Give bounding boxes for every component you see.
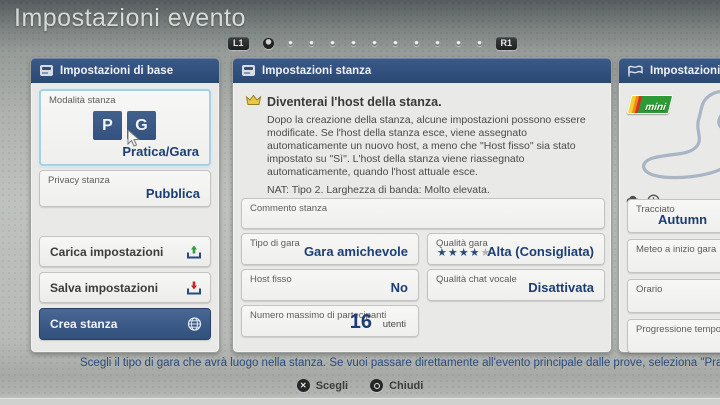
weather-field[interactable]: Meteo a inizio gara <box>627 239 720 273</box>
host-notice-body: Dopo la creazione della stanza, alcune i… <box>267 114 586 178</box>
nat-info: NAT: Tipo 2. Larghezza di banda: Molto e… <box>267 184 490 196</box>
track-logo: mini <box>626 95 674 114</box>
footer-buttons: ✕ Scegli Chiudi <box>0 379 720 392</box>
flag-icon <box>628 65 643 76</box>
host-crown-icon <box>245 94 262 105</box>
help-text: Scegli il tipo di gara che avrà luogo ne… <box>80 357 720 369</box>
load-settings-button[interactable]: Carica impostazioni <box>39 236 211 267</box>
settings-icon <box>40 65 53 76</box>
nav-dots <box>287 41 482 46</box>
l1-shoulder-button[interactable]: L1 <box>228 37 249 50</box>
race-type-field[interactable]: Tipo di gara Gara amichevole <box>241 233 419 265</box>
panel-base-settings: Impostazioni di base Modalità stanza P G… <box>30 57 220 353</box>
privacy-field[interactable]: Privacy stanza Pubblica <box>39 170 211 207</box>
track-value: Autumn <box>658 212 708 227</box>
track-field[interactable]: Tracciato Autumn <box>627 199 720 233</box>
race-quality-value: Alta (Consigliata) <box>487 244 594 259</box>
globe-icon <box>187 317 202 331</box>
fixed-host-field[interactable]: Host fisso No <box>241 269 419 301</box>
page-dot <box>413 41 419 46</box>
practice-tile: P <box>93 111 122 140</box>
privacy-label: Privacy stanza <box>48 175 110 186</box>
room-comment-field[interactable]: Commento stanza <box>241 198 605 229</box>
time-progression-field[interactable]: Progressione temporale <box>627 319 720 353</box>
upload-icon <box>187 245 201 258</box>
panel-room-title: Impostazioni stanza <box>262 64 372 77</box>
page-indicator: L1 R1 <box>228 37 518 50</box>
page-dot <box>476 41 482 46</box>
page-dot <box>308 41 314 46</box>
panel-track-settings: Impostazioni tracciato mini Tracciato Au… <box>618 57 720 353</box>
cross-button-icon: ✕ <box>296 379 310 392</box>
page-dot <box>329 41 335 46</box>
panel-track-title: Impostazioni tracciato <box>650 64 720 77</box>
panel-base-title: Impostazioni di base <box>60 64 174 77</box>
circle-button-icon <box>370 379 384 392</box>
bottom-strip <box>0 398 720 405</box>
fixed-host-value: No <box>390 280 408 295</box>
voice-chat-value: Disattivata <box>528 280 594 295</box>
panel-room-settings: Impostazioni stanza Diventerai l'host de… <box>232 57 612 353</box>
panel-base-header: Impostazioni di base <box>31 58 219 83</box>
host-notice-title: Diventerai l'host della stanza. <box>267 95 442 109</box>
room-mode-value: Pratica/Gara <box>122 144 199 159</box>
room-comment-label: Commento stanza <box>250 203 328 214</box>
room-mode-label: Modalità stanza <box>49 95 116 106</box>
race-quality-field[interactable]: Qualità gara ★★★★★ Alta (Consigliata) <box>427 233 605 265</box>
page-dot <box>434 41 440 46</box>
select-button[interactable]: ✕ Scegli <box>296 379 348 392</box>
privacy-value: Pubblica <box>145 186 200 201</box>
settings-icon <box>242 65 255 76</box>
page-dot <box>392 41 398 46</box>
quality-stars: ★★★★★ <box>437 247 492 259</box>
panel-track-header: Impostazioni tracciato <box>619 58 720 83</box>
close-button[interactable]: Chiudi <box>370 379 423 392</box>
panel-room-header: Impostazioni stanza <box>233 58 611 83</box>
page-dot <box>455 41 461 46</box>
page-title: Impostazioni evento <box>14 4 246 32</box>
page-dot <box>287 41 293 46</box>
download-icon <box>187 281 201 294</box>
event-settings-screen: Impostazioni evento L1 R1 Impostazioni d… <box>0 0 720 405</box>
page-dot <box>371 41 377 46</box>
mode-tiles: P G <box>93 111 156 140</box>
r1-shoulder-button[interactable]: R1 <box>495 37 518 50</box>
time-field[interactable]: Orario <box>627 279 720 313</box>
room-mode-field[interactable]: Modalità stanza P G Pratica/Gara <box>39 89 211 166</box>
max-participants-value: 16 <box>349 311 372 333</box>
create-room-button[interactable]: Crea stanza <box>39 308 211 340</box>
max-participants-field[interactable]: Numero massimo di partecipanti 16 utenti <box>241 305 419 337</box>
race-type-value: Gara amichevole <box>303 244 408 259</box>
voice-chat-field[interactable]: Qualità chat vocale Disattivata <box>427 269 605 301</box>
save-settings-button[interactable]: Salva impostazioni <box>39 272 211 303</box>
max-participants-unit: utenti <box>382 319 406 330</box>
active-page-dot <box>262 38 274 49</box>
page-dot <box>350 41 356 46</box>
